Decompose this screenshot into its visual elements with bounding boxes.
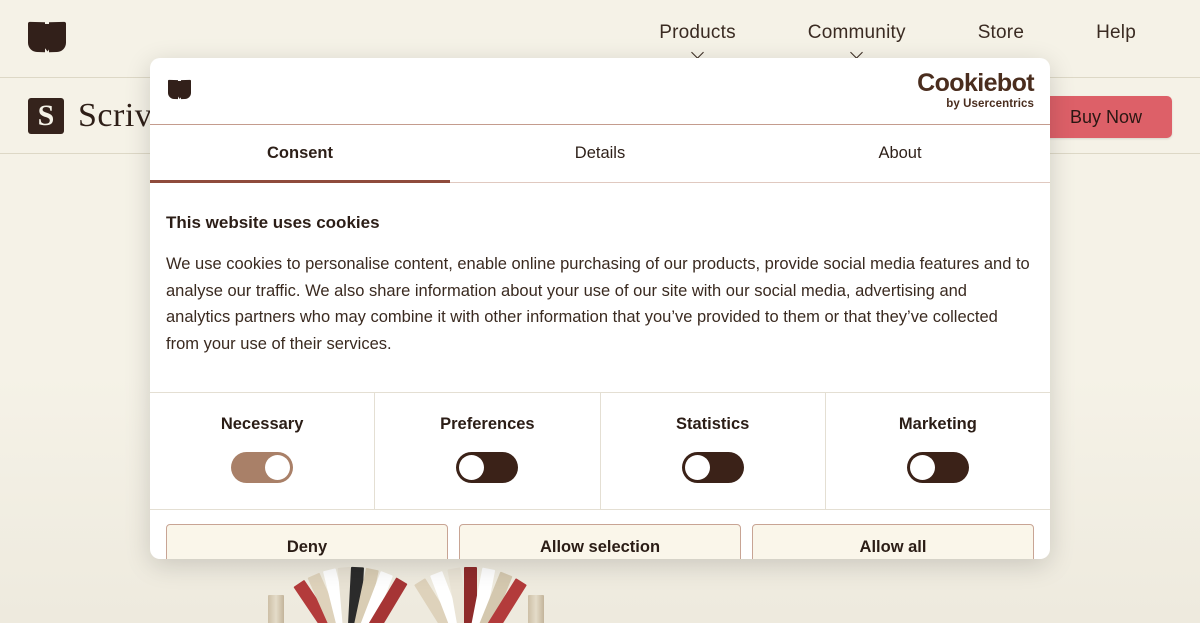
toggle-statistics[interactable] bbox=[681, 451, 744, 483]
category-label: Statistics bbox=[675, 414, 750, 433]
category-label: Necessary bbox=[220, 414, 304, 433]
dialog-header: Cookiebot by Usercentrics bbox=[150, 58, 1050, 125]
open-book-icon bbox=[168, 79, 196, 102]
cookiebot-byline: by Usercentrics bbox=[946, 98, 1034, 111]
deny-button[interactable]: Deny bbox=[166, 523, 448, 559]
dialog-body: This website uses cookies We use cookies… bbox=[150, 183, 1050, 392]
category-label: Marketing bbox=[898, 414, 977, 433]
toggle-marketing[interactable] bbox=[906, 451, 969, 483]
cookie-dialog-overlay: Cookiebot by Usercentrics Consent Detail… bbox=[0, 0, 1200, 623]
cookie-consent-dialog: Cookiebot by Usercentrics Consent Detail… bbox=[150, 58, 1050, 559]
category-necessary: Necessary bbox=[150, 392, 376, 509]
dialog-tabs: Consent Details About bbox=[150, 125, 1050, 183]
tab-details[interactable]: Details bbox=[450, 125, 750, 183]
allow-selection-button[interactable]: Allow selection bbox=[459, 523, 741, 559]
category-statistics: Statistics bbox=[601, 392, 826, 509]
toggle-necessary[interactable] bbox=[231, 451, 294, 483]
cookiebot-logo: Cookiebot by Usercentrics bbox=[917, 71, 1034, 111]
tab-consent[interactable]: Consent bbox=[150, 125, 450, 183]
consent-categories: Necessary Preferences Statistics Marketi… bbox=[150, 391, 1050, 510]
allow-all-button[interactable]: Allow all bbox=[752, 523, 1034, 559]
dialog-actions: Deny Allow selection Allow all bbox=[150, 510, 1050, 559]
tab-about[interactable]: About bbox=[750, 125, 1050, 183]
category-preferences: Preferences bbox=[375, 392, 601, 509]
cookiebot-wordmark: Cookiebot bbox=[917, 69, 1034, 98]
toggle-preferences[interactable] bbox=[456, 451, 519, 483]
dialog-description: We use cookies to personalise content, e… bbox=[166, 255, 1030, 354]
dialog-title: This website uses cookies bbox=[166, 213, 380, 232]
category-label: Preferences bbox=[440, 414, 535, 433]
category-marketing: Marketing bbox=[826, 393, 1050, 509]
